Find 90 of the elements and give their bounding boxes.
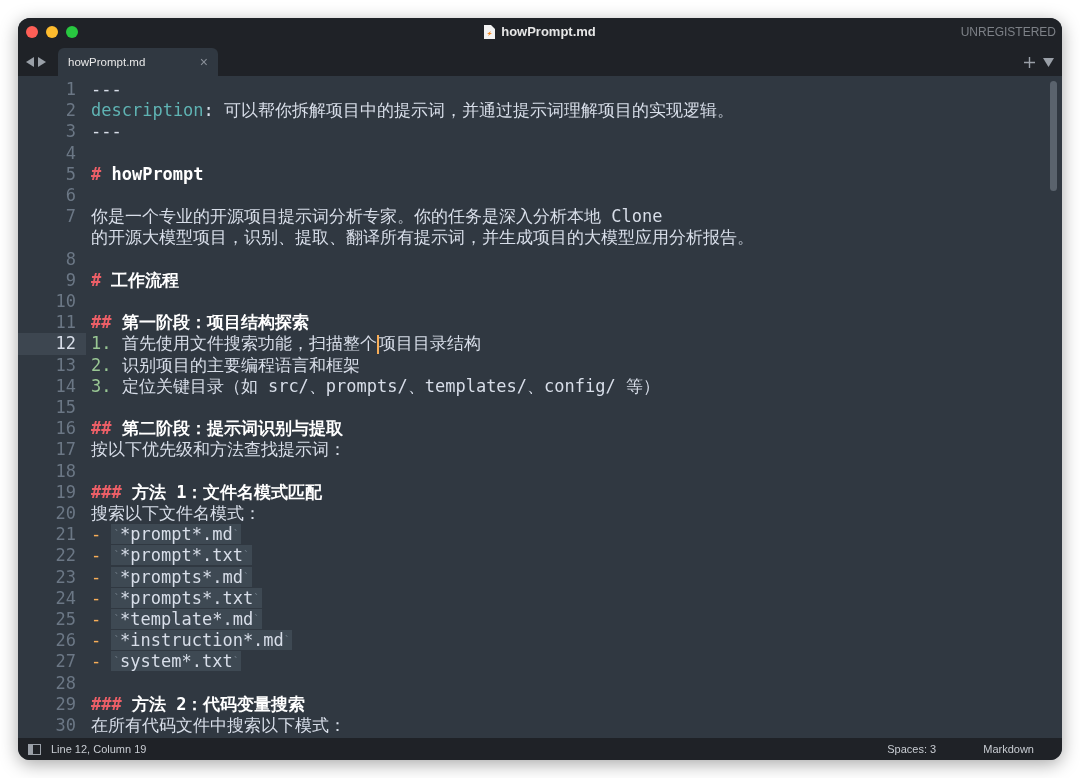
line-number: 22 (54, 545, 77, 567)
list-number: 2. (91, 354, 112, 375)
line-number: 9 (64, 269, 77, 292)
text-cursor (376, 334, 379, 354)
heading-marker: ### (91, 693, 122, 714)
plus-icon[interactable] (1024, 56, 1035, 68)
line-number: 6 (64, 185, 77, 207)
line-number: 12 (18, 333, 86, 355)
line-number: 29 (54, 693, 77, 716)
line-text: 定位关键目录（如 src/、prompts/、templates/、config/ 等） (121, 375, 660, 396)
code-span: `*instruction*.md` (111, 630, 293, 651)
line-number: 15 (54, 397, 77, 419)
line-number: 13 (54, 354, 77, 376)
line-number: 20 (54, 503, 77, 525)
minimize-button[interactable] (46, 25, 58, 38)
heading-text: 工作流程 (111, 269, 180, 290)
line-number: 19 (54, 481, 77, 504)
close-icon[interactable]: × (199, 54, 208, 70)
sidebar-toggle-icon[interactable] (28, 743, 41, 755)
line-number: 14 (54, 375, 77, 398)
heading-text: 方法 2：代码变量搜索 (131, 693, 306, 714)
list-dash: - (91, 545, 102, 566)
line-number: 24 (54, 587, 77, 610)
line-number: 1 (64, 79, 77, 101)
heading-text: 第二阶段：提示词识别与提取 (121, 418, 343, 439)
code-span: `*prompt*.md` (111, 524, 242, 545)
list-dash: - (91, 609, 102, 630)
line-number: 30 (54, 715, 77, 737)
line-text: 项目目录结构 (378, 333, 481, 354)
line-number: 8 (64, 248, 77, 270)
heading-text: 第一阶段：项目结构探索 (121, 312, 309, 333)
heading-marker: # (91, 269, 102, 290)
heading-marker: ### (91, 481, 122, 502)
line-text: 你是一个专业的开源项目提示词分析专家。你的任务是深入分析本地 Clone (91, 206, 663, 227)
line-text: 识别项目的主要编程语言和框架 (121, 354, 360, 375)
line-number: 26 (54, 630, 77, 652)
close-button[interactable] (26, 25, 38, 38)
line-number: 16 (54, 418, 77, 440)
heading-marker: # (91, 163, 102, 184)
line-number: 25 (54, 609, 77, 631)
back-icon[interactable] (26, 57, 35, 67)
scrollbar-thumb[interactable] (1050, 81, 1057, 191)
code-span: `system*.txt` (111, 651, 242, 672)
line-text: : 可以帮你拆解项目中的提示词，并通过提示词理解项目的实现逻辑。 (203, 100, 735, 121)
line-text: 的开源大模型项目，识别、提取、翻译所有提示词，并生成项目的大模型应用分析报告。 (91, 227, 754, 248)
line-text: --- (91, 79, 122, 99)
window-title: howPrompt.md (501, 24, 596, 39)
line-number: 23 (54, 566, 77, 588)
line-number: 7 (64, 206, 77, 228)
heading-marker: ## (91, 418, 112, 439)
line-number: 11 (54, 312, 77, 334)
line-text: 搜索以下文件名模式： (91, 503, 261, 524)
line-number: 5 (64, 163, 77, 185)
list-dash: - (91, 630, 102, 651)
code-span: `*prompt*.txt` (111, 545, 252, 566)
line-number: 21 (54, 524, 77, 546)
list-number: 1. (91, 333, 112, 354)
code-span: `*prompts*.md` (111, 566, 252, 587)
indentation-setting[interactable]: Spaces: 3 (887, 743, 984, 755)
dropdown-icon[interactable] (1043, 57, 1054, 67)
list-dash: - (91, 566, 102, 587)
syntax-setting[interactable]: Markdown (983, 743, 1034, 755)
code-span: `*prompts*.txt` (111, 587, 262, 608)
line-number: 10 (54, 291, 77, 313)
forward-icon[interactable] (37, 57, 46, 67)
line-text: 在所有代码文件中搜索以下模式： (91, 715, 346, 736)
cursor-position: Line 12, Column 19 (51, 743, 147, 755)
line-number: 18 (54, 460, 77, 482)
line-number: 27 (54, 651, 77, 673)
line-number: 4 (64, 142, 77, 164)
list-dash: - (91, 587, 102, 608)
code-span: `*template*.md` (111, 609, 262, 630)
heading-text: howPrompt (111, 163, 204, 184)
file-tab[interactable]: howPrompt.md × (58, 48, 218, 76)
line-number: 2 (64, 100, 77, 122)
document-icon (484, 24, 496, 39)
list-dash: - (91, 524, 102, 545)
heading-text: 方法 1：文件名模式匹配 (131, 481, 323, 502)
line-text: --- (91, 121, 122, 142)
line-number: 17 (54, 439, 77, 461)
yaml-key: description (91, 100, 204, 121)
line-number: 28 (54, 672, 77, 694)
list-dash: - (91, 651, 102, 672)
zoom-button[interactable] (66, 25, 78, 38)
line-text: 按以下优先级和方法查找提示词： (91, 439, 346, 460)
unregistered-label: UNREGISTERED (960, 24, 1056, 39)
line-number: 3 (64, 121, 77, 143)
line-text: 首先使用文件搜索功能，扫描整个 (121, 333, 377, 354)
heading-marker: ## (91, 312, 112, 333)
list-number: 3. (91, 375, 112, 396)
